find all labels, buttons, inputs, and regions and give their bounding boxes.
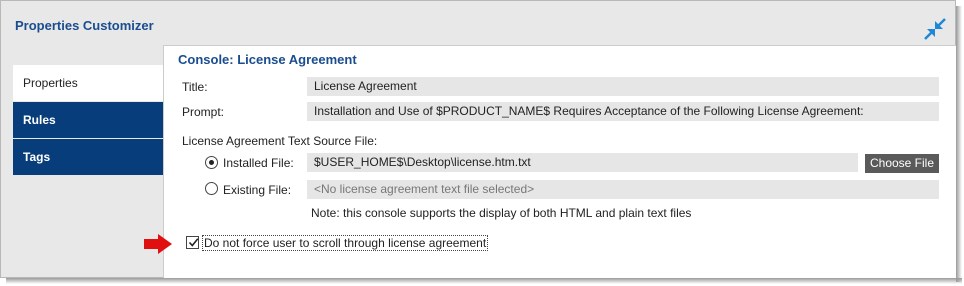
collapse-arrows-icon[interactable] — [923, 17, 947, 41]
tab-properties[interactable]: Properties — [13, 65, 163, 102]
choose-file-button[interactable]: Choose File — [865, 154, 939, 173]
prompt-label: Prompt: — [182, 105, 225, 119]
existing-file-field[interactable]: <No license agreement text file selected… — [307, 180, 939, 199]
existing-file-radio[interactable] — [205, 182, 218, 195]
source-file-label: License Agreement Text Source File: — [182, 134, 378, 148]
scroll-checkbox[interactable] — [186, 236, 199, 249]
tab-rules[interactable]: Rules — [13, 102, 163, 139]
installed-file-label: Installed File: — [223, 156, 294, 170]
window-shadow-bottom — [6, 278, 962, 284]
window-shadow-right — [956, 6, 962, 282]
red-arrow-icon — [144, 234, 172, 254]
prompt-field[interactable]: Installation and Use of $PRODUCT_NAME$ R… — [307, 102, 939, 121]
scroll-checkbox-label[interactable]: Do not force user to scroll through lice… — [202, 235, 489, 251]
side-tabs: Properties Rules Tags — [13, 65, 163, 176]
tab-tags[interactable]: Tags — [13, 139, 163, 176]
panel-heading: Console: License Agreement — [178, 52, 357, 67]
installed-file-radio[interactable] — [205, 156, 218, 169]
title-label: Title: — [182, 80, 208, 94]
existing-file-label: Existing File: — [223, 183, 292, 197]
window-title: Properties Customizer — [15, 18, 154, 33]
title-field[interactable]: License Agreement — [307, 77, 939, 96]
note-text: Note: this console supports the display … — [311, 206, 692, 220]
installed-file-field[interactable]: $USER_HOME$\Desktop\license.htm.txt — [307, 153, 858, 172]
